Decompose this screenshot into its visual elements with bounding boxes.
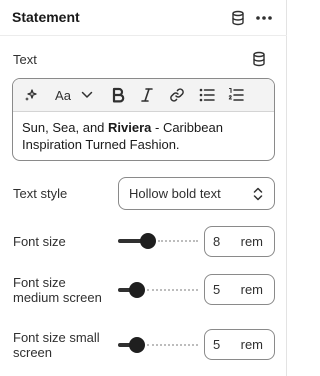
font-size-unit: rem — [240, 234, 263, 249]
rich-text-editor[interactable]: Aa Sun, Sea, and Riviera - Caribbean Ins… — [12, 78, 275, 161]
font-size-icon[interactable]: Aa — [53, 85, 73, 105]
editor-content[interactable]: Sun, Sea, and Riviera - Caribbean Inspir… — [22, 119, 267, 153]
slider-thumb[interactable] — [129, 282, 145, 298]
font-size-slider[interactable] — [118, 233, 198, 249]
ai-sparkle-icon[interactable] — [22, 85, 40, 105]
font-size-input[interactable]: 8 rem — [204, 226, 275, 257]
database-icon[interactable] — [230, 10, 246, 26]
editor-toolbar: Aa — [13, 79, 274, 112]
font-size-medium-input[interactable]: 5 rem — [204, 274, 275, 305]
font-size-small-value: 5 — [213, 337, 221, 352]
font-size-small-label: Font size small screen — [13, 330, 100, 360]
section-title: Statement — [12, 9, 80, 25]
font-size-value: 8 — [213, 234, 221, 249]
content-text-before: Sun, Sea, and — [22, 120, 109, 135]
text-style-select[interactable]: Hollow bold text — [118, 177, 275, 210]
chevron-down-icon[interactable] — [79, 85, 95, 105]
text-style-label: Text style — [13, 186, 68, 201]
dynamic-source-icon[interactable] — [251, 51, 267, 67]
font-size-medium-label: Font size medium screen — [13, 275, 102, 305]
settings-panel: Statement Text Aa Sun, Sea, and Riviera … — [0, 0, 287, 376]
bullet-list-icon[interactable] — [198, 85, 216, 105]
more-options-icon[interactable] — [253, 9, 275, 27]
font-size-small-slider[interactable] — [118, 337, 198, 353]
bold-icon[interactable] — [109, 85, 127, 105]
slider-track — [147, 289, 198, 291]
select-chevron-icon — [251, 186, 265, 202]
slider-track — [147, 344, 198, 346]
font-size-small-unit: rem — [240, 337, 263, 352]
font-size-small-input[interactable]: 5 rem — [204, 329, 275, 360]
numbered-list-icon[interactable] — [227, 85, 245, 105]
panel-header: Statement — [0, 0, 287, 36]
font-size-label: Font size — [13, 234, 66, 249]
slider-thumb[interactable] — [129, 337, 145, 353]
content-bold-text: Riviera — [108, 120, 152, 135]
text-style-value: Hollow bold text — [129, 186, 221, 201]
slider-track — [158, 240, 198, 242]
font-size-medium-value: 5 — [213, 282, 221, 297]
font-size-medium-unit: rem — [240, 282, 263, 297]
italic-icon[interactable] — [139, 85, 155, 105]
font-size-medium-slider[interactable] — [118, 282, 198, 298]
slider-thumb[interactable] — [140, 233, 156, 249]
link-icon[interactable] — [168, 85, 186, 105]
text-label: Text — [13, 52, 37, 67]
